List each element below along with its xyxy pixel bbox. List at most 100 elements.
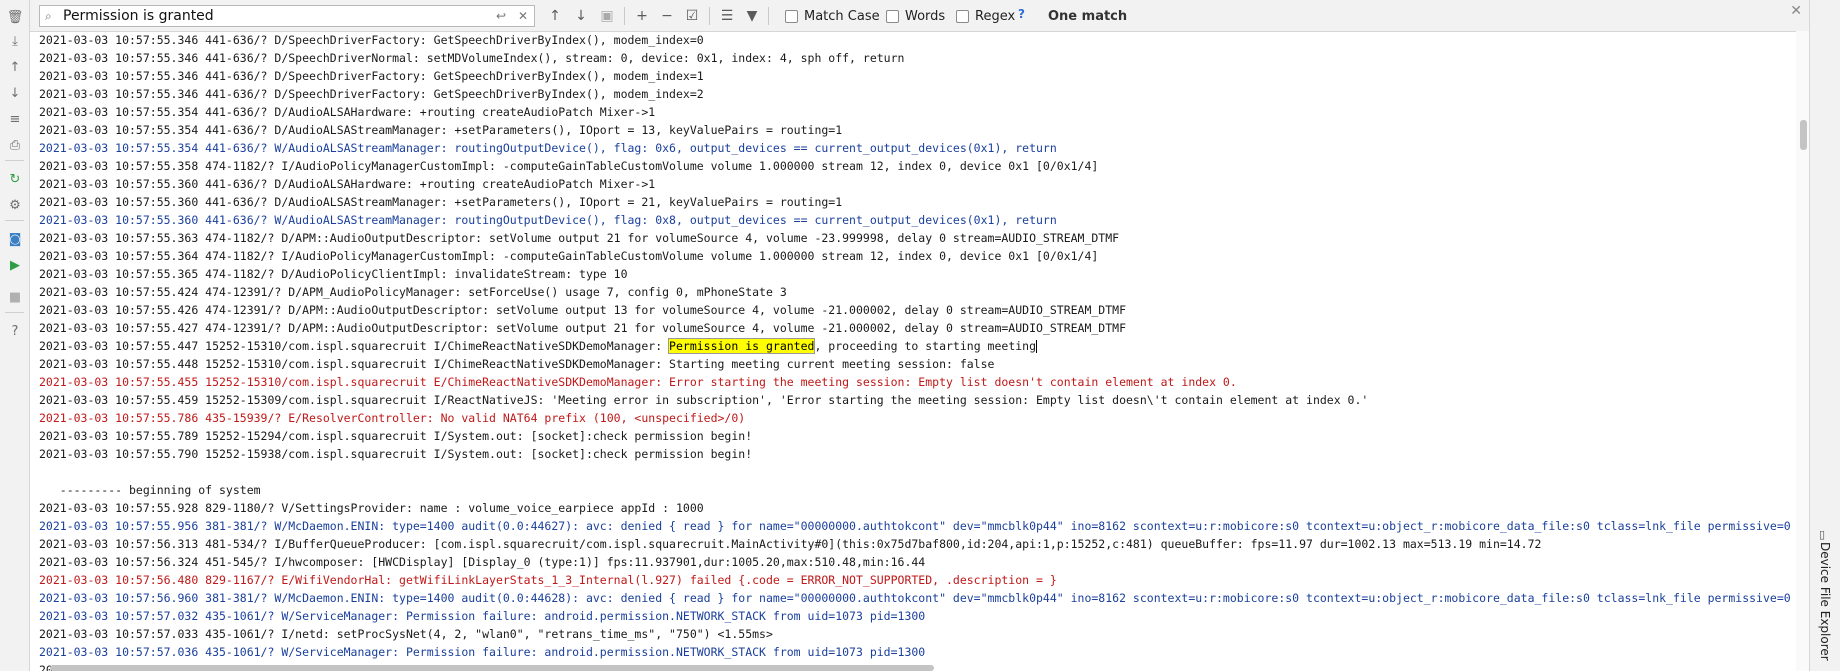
- toolbar-divider: [5, 160, 24, 161]
- soft-wrap-icon[interactable]: ≡: [6, 110, 24, 128]
- match-case-label: Match Case: [804, 8, 880, 24]
- text-caret: [1036, 340, 1038, 353]
- log-line-text: 2021-03-03 10:57:55.424 474-12391/? D/AP…: [39, 285, 787, 299]
- restart-icon[interactable]: ↻: [6, 170, 24, 188]
- words-label: Words: [905, 8, 946, 24]
- log-line: 2021-03-03 10:57:55.448 15252-15310/com.…: [39, 355, 1791, 373]
- match-case-checkbox[interactable]: [785, 9, 798, 23]
- logcat-output[interactable]: 2021-03-03 10:57:55.346 441-636/? D/Spee…: [30, 31, 1810, 671]
- vertical-scrollbar[interactable]: [1796, 31, 1810, 671]
- log-line-text: 2021-03-03 10:57:55.789 15252-15294/com.…: [39, 429, 753, 443]
- log-line: 2021-03-03 10:57:55.360 441-636/? W/Audi…: [39, 211, 1791, 229]
- match-count: One match: [1048, 9, 1128, 24]
- vertical-scroll-thumb[interactable]: [1800, 120, 1807, 150]
- select-all-occurrences-icon[interactable]: ▣: [598, 7, 616, 25]
- log-line-text: 2021-03-03 10:57:55.346 441-636/? D/Spee…: [39, 87, 704, 101]
- log-line: 2021-03-03 10:57:55.424 474-12391/? D/AP…: [39, 283, 1791, 301]
- up-arrow-icon[interactable]: ↑: [6, 58, 24, 76]
- log-line: 2021-03-03 10:57:55.790 15252-15938/com.…: [39, 445, 1791, 463]
- next-occurrence-icon[interactable]: ↓: [572, 7, 590, 25]
- log-line-text: 2021-03-03 10:57:55.427 474-12391/? D/AP…: [39, 321, 1127, 335]
- log-line: 2021-03-03 10:57:55.360 441-636/? D/Audi…: [39, 193, 1791, 211]
- horizontal-scrollbar[interactable]: [50, 665, 934, 671]
- log-line: 2021-03-03 10:57:55.354 441-636/? D/Audi…: [39, 121, 1791, 139]
- log-line-text: 2021-03-03 10:57:55.346 441-636/? D/Spee…: [39, 69, 704, 83]
- log-line-text: 2021-03-03 10:57:55.346 441-636/? D/Spee…: [39, 33, 704, 47]
- regex-checkbox[interactable]: [956, 9, 969, 23]
- search-input[interactable]: [63, 6, 503, 26]
- filter-icon[interactable]: ▼: [743, 7, 761, 25]
- log-line-text: 2021-03-03 10:57:55.426 474-12391/? D/AP…: [39, 303, 1127, 317]
- log-line: 2021-03-03 10:57:55.364 474-1182/? I/Aud…: [39, 247, 1791, 265]
- print-icon[interactable]: ⎙: [6, 136, 24, 154]
- words-option[interactable]: Words: [886, 7, 945, 25]
- log-line: 2021-03-03 10:57:55.354 441-636/? W/Audi…: [39, 139, 1791, 157]
- previous-occurrence-icon[interactable]: ↑: [546, 7, 564, 25]
- log-line-text: 2021-03-03 10:57:57.032 435-1061/? W/Ser…: [39, 609, 926, 623]
- select-all-matches-icon[interactable]: ☑: [683, 7, 701, 25]
- log-line: 2021-03-03 10:57:55.346 441-636/? D/Spee…: [39, 31, 1791, 49]
- log-line: 2021-03-03 10:57:55.928 829-1180/? V/Set…: [39, 499, 1791, 517]
- log-line-text: 2021-03-03 10:57:57.033 435-1061/? I/net…: [39, 627, 773, 641]
- left-toolbar: 🗑 ⤓ ↑ ↓ ≡ ⎙ ↻ ⚙ ◙ ▶ ■ ?: [0, 0, 30, 671]
- log-line-text: 2021-03-03 10:57:55.360 441-636/? D/Audi…: [39, 177, 656, 191]
- scroll-to-end-icon[interactable]: ⤓: [6, 32, 24, 50]
- match-case-option[interactable]: Match Case: [785, 7, 880, 25]
- remove-occurrence-icon[interactable]: −: [658, 7, 676, 25]
- filter-lines-icon[interactable]: ☰: [718, 7, 736, 25]
- bar-divider: [624, 7, 625, 25]
- stop-icon[interactable]: ■: [6, 288, 24, 306]
- log-line: 2021-03-03 10:57:55.455 15252-15310/com.…: [39, 373, 1791, 391]
- clear-search-icon[interactable]: ✕: [518, 6, 528, 26]
- close-icon[interactable]: ✕: [1790, 3, 1802, 19]
- log-line: 2021-03-03 10:57:55.365 474-1182/? D/Aud…: [39, 265, 1791, 283]
- log-line: --------- beginning of system: [39, 481, 1791, 499]
- log-lines: 2021-03-03 10:57:55.346 441-636/? D/Spee…: [39, 31, 1791, 671]
- log-line-text: 2021-03-03 10:57:55.365 474-1182/? D/Aud…: [39, 267, 628, 281]
- log-line: 2021-03-03 10:57:56.324 451-545/? I/hwco…: [39, 553, 1791, 571]
- log-line: 2021-03-03 10:57:55.346 441-636/? D/Spee…: [39, 85, 1791, 103]
- regex-label: Regex: [975, 8, 1016, 24]
- newline-icon[interactable]: ↩: [496, 6, 506, 26]
- log-line: 2021-03-03 10:57:56.960 381-381/? W/McDa…: [39, 589, 1791, 607]
- log-line-text: 2021-03-03 10:57:55.459 15252-15309/com.…: [39, 393, 1369, 407]
- bar-divider: [709, 7, 710, 25]
- log-line: 2021-03-03 10:57:55.447 15252-15310/com.…: [39, 337, 1791, 355]
- log-line: 2021-03-03 10:57:57.032 435-1061/? W/Ser…: [39, 607, 1791, 625]
- log-line-text: 2021-03-03 10:57:55.363 474-1182/? D/APM…: [39, 231, 1120, 245]
- log-line-text: 2021-03-03 10:57:56.480 829-1167/? E/Wif…: [39, 573, 1057, 587]
- add-occurrence-icon[interactable]: +: [633, 7, 651, 25]
- log-line-text: , proceeding to starting meeting: [814, 339, 1037, 353]
- gear-icon[interactable]: ⚙: [6, 196, 24, 214]
- log-line: 2021-03-03 10:57:55.956 381-381/? W/McDa…: [39, 517, 1791, 535]
- log-line-text: 2021-03-03 10:57:55.358 474-1182/? I/Aud…: [39, 159, 1099, 173]
- log-line-text: 2021-03-03 10:57:57.036 435-1061/? W/Ser…: [39, 645, 926, 659]
- clear-logcat-icon[interactable]: 🗑: [6, 8, 24, 26]
- log-line-text: 2021-03-03 10:57:55.956 381-381/? W/McDa…: [39, 519, 1791, 533]
- log-line-text: 2021-03-03 10:57:55.448 15252-15310/com.…: [39, 357, 995, 371]
- log-line-text: --------- beginning of system: [39, 483, 261, 497]
- log-line-text: 2021-03-03 10:57:55.455 15252-15310/com.…: [39, 375, 1237, 389]
- down-arrow-icon[interactable]: ↓: [6, 84, 24, 102]
- camera-icon[interactable]: ◙: [6, 230, 24, 248]
- log-line: 2021-03-03 10:57:55.427 474-12391/? D/AP…: [39, 319, 1791, 337]
- log-line-text: 2021-03-03 10:57:55.354 441-636/? D/Audi…: [39, 105, 656, 119]
- search-box[interactable]: ⌕ ↩ ✕: [39, 5, 535, 27]
- regex-option[interactable]: Regex: [956, 7, 1015, 25]
- log-line: 2021-03-03 10:57:55.426 474-12391/? D/AP…: [39, 301, 1791, 319]
- log-line-text: 2021-03-03 10:57:55.354 441-636/? D/Audi…: [39, 123, 843, 137]
- regex-help-icon[interactable]: ?: [1018, 7, 1025, 21]
- log-line: 2021-03-03 10:57:55.789 15252-15294/com.…: [39, 427, 1791, 445]
- toolbar-divider: [5, 220, 24, 221]
- screen-record-icon[interactable]: ▶: [6, 256, 24, 274]
- log-line-text: 2021-03-03 10:57:55.346 441-636/? D/Spee…: [39, 51, 905, 65]
- log-line-text: 2021-03-03 10:57:55.447 15252-15310/com.…: [39, 339, 670, 353]
- help-icon[interactable]: ?: [6, 322, 24, 340]
- words-checkbox[interactable]: [886, 9, 899, 23]
- device-file-explorer-tab[interactable]: ▯ Device File Explorer: [1818, 528, 1834, 668]
- log-line-text: 2021-03-03 10:57:55.928 829-1180/? V/Set…: [39, 501, 704, 515]
- log-line-text: 2021-03-03 10:57:56.313 481-534/? I/Buff…: [39, 537, 1542, 551]
- log-line: 2021-03-03 10:57:55.346 441-636/? D/Spee…: [39, 67, 1791, 85]
- device-file-explorer-label: Device File Explorer: [1818, 542, 1832, 661]
